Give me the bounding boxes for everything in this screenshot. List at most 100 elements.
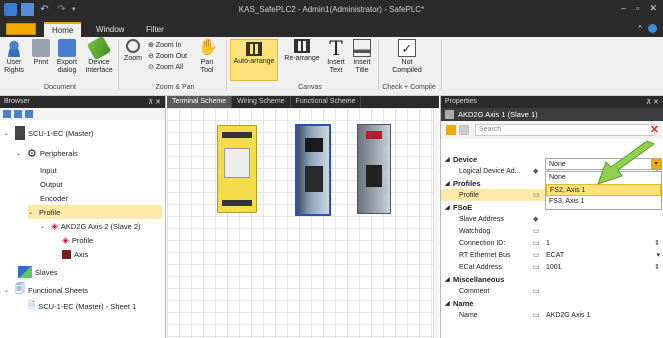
tree-item-peripherals[interactable]: ⌄ ⚙ Peripherals (16, 146, 78, 160)
list-icon: ▭ (533, 288, 540, 295)
alphabetical-view-icon[interactable] (459, 125, 469, 135)
zoom-in-icon: ⊕ (148, 42, 154, 49)
device-interface-button[interactable]: Device Interface (84, 35, 114, 75)
properties-search-input[interactable]: Search (475, 124, 655, 136)
prop-rt-ethernet-bus[interactable]: RT Ethernet Bus ▭ ECAT ▾ (441, 249, 663, 261)
axis-icon (62, 249, 71, 259)
collapse-triangle-icon[interactable]: ◢ (445, 300, 450, 307)
collapse-all-icon[interactable] (14, 110, 22, 118)
expand-all-icon[interactable] (3, 110, 11, 118)
ribbon-tab-bar: Home Window Filter ^ (0, 20, 663, 37)
tree-item-profile[interactable]: ⌄ Profile (28, 205, 162, 219)
dropdown-arrow-icon[interactable]: ▾ (656, 251, 660, 259)
categorized-view-icon[interactable] (446, 125, 456, 135)
tab-functional-scheme[interactable]: Functional Scheme (291, 96, 362, 108)
prop-name[interactable]: Name ▭ AKD2G Axis 1 (441, 309, 663, 321)
spinner-icon[interactable]: ⇕ (654, 263, 660, 271)
auto-arrange-button[interactable]: Auto-arrange (230, 39, 278, 81)
zoom-in-button[interactable]: ⊕ Zoom In (148, 40, 187, 51)
close-icon[interactable]: ✕ (649, 3, 657, 14)
tree-item-axis2-axis[interactable]: Axis (62, 247, 88, 261)
prop-slave-address[interactable]: Slave Address ◆ (441, 213, 663, 225)
properties-header: Properties ⊼ ✕ (441, 96, 663, 108)
spinner-icon[interactable]: ⇕ (654, 239, 660, 247)
prop-watchdog[interactable]: Watchdog ▭ (441, 225, 663, 237)
chevron-down-icon[interactable]: ⌄ (40, 223, 48, 230)
group-label-zoom-pan: Zoom & Pan (155, 84, 195, 91)
collapse-triangle-icon[interactable]: ◢ (445, 276, 450, 283)
collapse-triangle-icon[interactable]: ◢ (445, 204, 450, 211)
tree-item-axis2-profile[interactable]: ◈ Profile (62, 233, 93, 247)
zoom-out-icon: ⊖ (148, 53, 154, 60)
diamond-icon: ◆ (533, 216, 539, 223)
file-menu-button[interactable] (6, 23, 36, 35)
list-icon: ▭ (533, 312, 540, 319)
collapse-triangle-icon[interactable]: ◢ (445, 156, 450, 163)
tab-wiring-scheme[interactable]: Wiring Scheme (232, 96, 291, 108)
grid-icon (294, 39, 310, 53)
chevron-down-icon[interactable]: ⌄ (28, 209, 36, 216)
pin-icon[interactable]: ⊼ ✕ (148, 98, 161, 106)
category-misc[interactable]: ◢ Miscellaneous (441, 273, 663, 285)
device-icon (15, 126, 25, 140)
tree-item-output[interactable]: Output (40, 177, 63, 191)
zoom-button[interactable]: Zoom (122, 39, 144, 63)
collapse-triangle-icon[interactable]: ◢ (445, 180, 450, 187)
gear-icon: ⚙ (27, 147, 37, 160)
tab-filter[interactable]: Filter (138, 22, 172, 37)
tree-item-sheet1[interactable]: 🗎 SCU-1-EC (Master) - Sheet 1 (28, 299, 136, 313)
zoom-magnifier-icon (126, 39, 140, 53)
center-tab-bar: Terminal Scheme Wiring Scheme Functional… (167, 96, 439, 108)
tree-item-functional-sheets[interactable]: ⌄ 🗐 Functional Sheets (4, 283, 88, 297)
export-dialog-button[interactable]: Export dialog (54, 39, 80, 75)
maximize-icon[interactable]: ▫ (636, 3, 639, 14)
zoom-all-button[interactable]: ⊙ Zoom All (148, 62, 187, 73)
diamond-icon: ◆ (533, 168, 539, 175)
insert-text-button[interactable]: T Insert Text (324, 38, 348, 75)
tree-item-input[interactable]: Input (40, 163, 57, 177)
insert-title-button[interactable]: Insert Title (350, 39, 374, 75)
re-arrange-button[interactable]: Re-arrange (282, 39, 322, 63)
slaves-icon (18, 266, 32, 278)
tab-terminal-scheme[interactable]: Terminal Scheme (167, 96, 233, 108)
pan-tool-button[interactable]: ✋ Pan Tool (196, 39, 218, 75)
canvas-vertical-scrollbar[interactable] (433, 108, 439, 338)
clear-search-icon[interactable]: ✕ (650, 123, 659, 136)
tree-item-slaves[interactable]: Slaves (18, 265, 58, 279)
refresh-icon[interactable] (25, 110, 33, 118)
tree-item-encoder[interactable]: Encoder (40, 191, 68, 205)
prop-ecat-address[interactable]: ECat Address ▭ 1001 ⇕ (441, 261, 663, 273)
export-icon (58, 39, 76, 57)
chevron-down-icon[interactable]: ⌄ (4, 130, 12, 137)
category-name[interactable]: ◢ Name (441, 297, 663, 309)
prop-connection-id[interactable]: Connection ID: ▭ 1 ⇕ (441, 237, 663, 249)
minimize-icon[interactable]: – (621, 3, 626, 14)
ribbon: User Rights Print Export dialog Device I… (0, 35, 663, 96)
akd2g-axis2-graphic[interactable] (357, 124, 391, 214)
user-rights-button[interactable]: User Rights (2, 39, 26, 75)
prop-comment[interactable]: Comment ▭ (441, 285, 663, 297)
collapse-ribbon-icon[interactable]: ^ (638, 24, 642, 33)
group-label-check-compile: Check + Compile (382, 84, 436, 91)
zoom-out-button[interactable]: ⊖ Zoom Out (148, 51, 187, 62)
print-button[interactable]: Print (30, 39, 52, 67)
tab-window[interactable]: Window (88, 22, 132, 37)
tree-item-axis2[interactable]: ⌄ ◈ AKD2G Axis 2 (Slave 2) (40, 219, 141, 233)
properties-search-bar: Search ✕ (441, 121, 663, 139)
akd2g-axis1-graphic[interactable] (295, 124, 331, 216)
scheme-canvas[interactable] (167, 108, 433, 338)
tree-item-master[interactable]: ⌄ SCU-1-EC (Master) (4, 126, 93, 140)
chevron-down-icon[interactable]: ⌄ (16, 150, 24, 157)
pin-icon[interactable]: ⊼ ✕ (646, 98, 659, 106)
not-compiled-button[interactable]: ✓ Not Compiled (386, 39, 428, 75)
list-icon: ▭ (533, 264, 540, 271)
scu-module-graphic[interactable] (217, 125, 257, 213)
chevron-down-icon[interactable]: ⌄ (4, 287, 12, 294)
diamond-icon: ◈ (51, 220, 58, 231)
dropdown-option[interactable]: FS3, Axis 1 (546, 196, 661, 208)
help-icon[interactable] (648, 24, 657, 33)
grid-icon (246, 42, 262, 56)
window-controls: – ▫ ✕ (621, 3, 657, 14)
tab-home[interactable]: Home (44, 22, 82, 37)
browser-toolbar (0, 108, 165, 120)
